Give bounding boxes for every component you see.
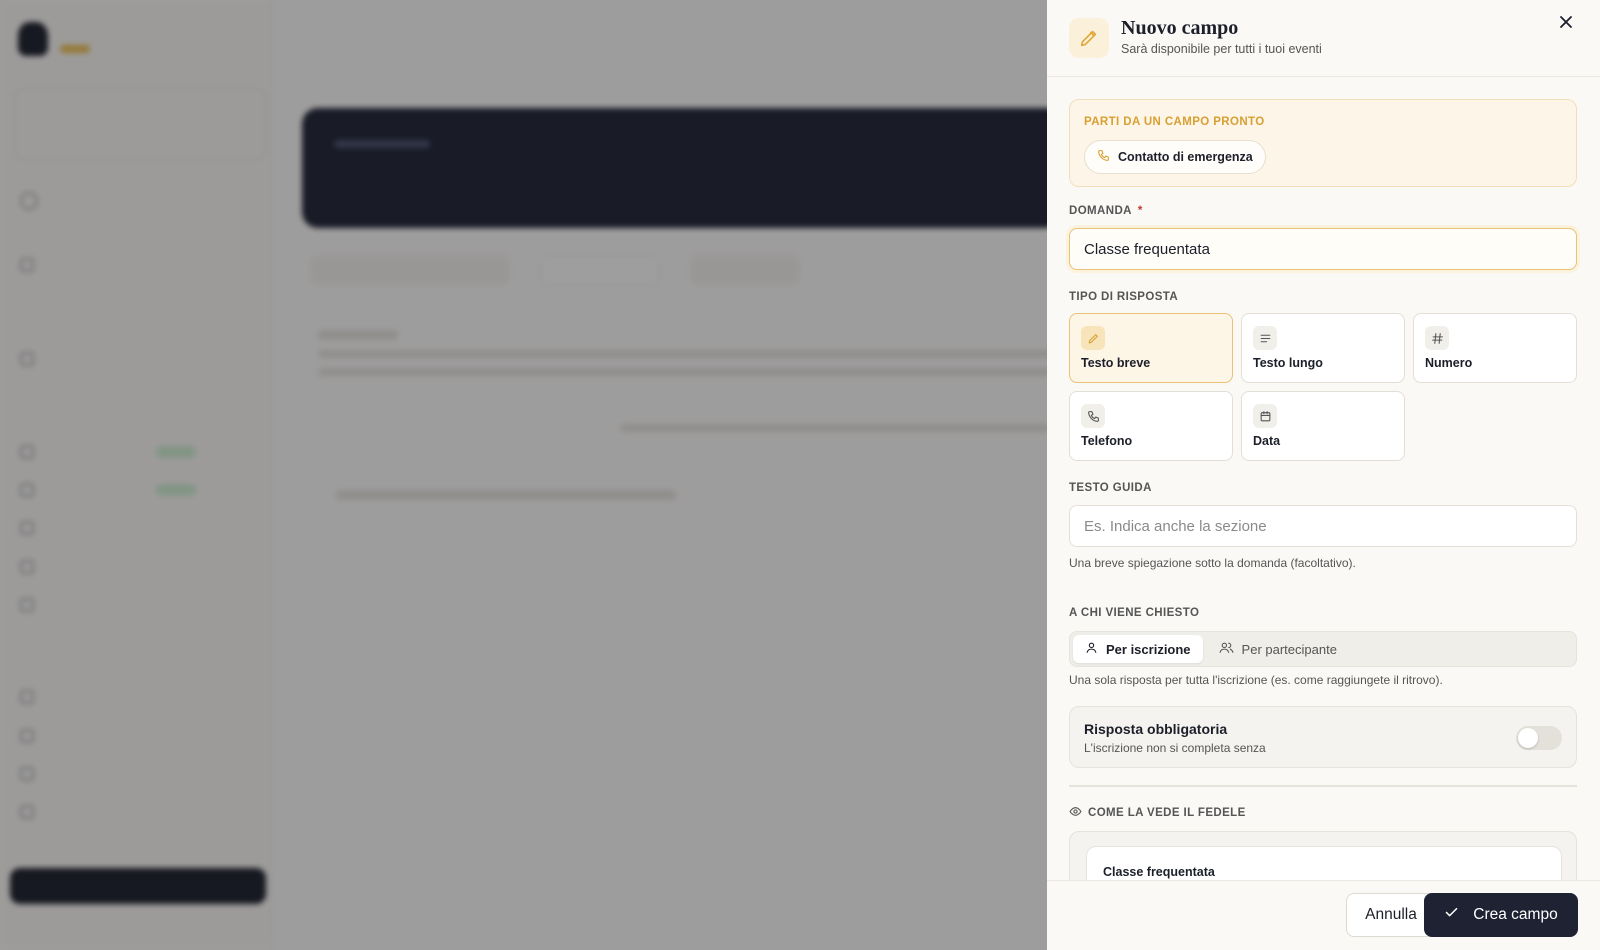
type-name: Numero <box>1425 356 1473 370</box>
asked-to-label: A CHI VIENE CHIESTO <box>1069 607 1200 619</box>
drawer-footer: Annulla Crea campo <box>1047 880 1600 950</box>
preview-inner-card: Classe frequentata <box>1086 846 1562 880</box>
drawer-title: Nuovo campo <box>1121 17 1239 39</box>
required-answer-toggle[interactable] <box>1516 726 1562 750</box>
preset-emergency-contact-chip[interactable]: Contatto di emergenza <box>1084 140 1266 174</box>
per-registration-option[interactable]: Per iscrizione <box>1073 635 1203 663</box>
per-participant-option[interactable]: Per partecipante <box>1207 635 1349 663</box>
toggle-knob <box>1518 728 1538 748</box>
type-long-text-card[interactable]: Testo lungo <box>1241 313 1405 383</box>
phone-icon <box>1097 149 1110 165</box>
required-answer-box: Risposta obbligatoria L'iscrizione non s… <box>1069 706 1577 768</box>
guide-text-help: Una breve spiegazione sotto la domanda (… <box>1069 556 1356 570</box>
asked-to-segmented: Per iscrizione Per partecipante <box>1069 631 1577 667</box>
preset-chip-label: Contatto di emergenza <box>1118 150 1253 164</box>
close-icon[interactable] <box>1554 10 1578 34</box>
per-participant-label: Per partecipante <box>1241 641 1337 657</box>
preview-label: COME LA VEDE IL FEDELE <box>1069 805 1246 821</box>
pencil-icon <box>1069 18 1109 58</box>
guide-text-input[interactable] <box>1069 505 1577 547</box>
type-short-text-card[interactable]: Testo breve <box>1069 313 1233 383</box>
type-name: Data <box>1253 434 1281 448</box>
preset-box: PARTI DA UN CAMPO PRONTO Contatto di eme… <box>1069 99 1577 187</box>
check-icon <box>1444 905 1459 925</box>
new-field-drawer: Nuovo campo Sarà disponibile per tutti i… <box>1047 0 1600 950</box>
phone-icon <box>1081 404 1105 428</box>
per-registration-label: Per iscrizione <box>1106 641 1191 657</box>
hash-icon <box>1425 326 1449 350</box>
question-label-text: DOMANDA <box>1069 205 1132 217</box>
required-answer-title: Risposta obbligatoria <box>1084 721 1228 737</box>
required-mark: * <box>1137 205 1143 217</box>
question-input[interactable] <box>1069 228 1577 270</box>
question-label: DOMANDA * <box>1069 205 1143 217</box>
drawer-subtitle: Sarà disponibile per tutti i tuoi eventi <box>1121 42 1322 56</box>
cancel-button[interactable]: Annulla <box>1346 893 1436 937</box>
preview-label-text: COME LA VEDE IL FEDELE <box>1088 807 1246 819</box>
create-field-label: Crea campo <box>1473 906 1558 923</box>
type-date-card[interactable]: Data <box>1241 391 1405 461</box>
type-phone-card[interactable]: Telefono <box>1069 391 1233 461</box>
answer-type-label: TIPO DI RISPOSTA <box>1069 291 1179 303</box>
guide-text-label: TESTO GUIDA <box>1069 482 1152 494</box>
lines-icon <box>1253 326 1277 350</box>
required-answer-subtitle: L'iscrizione non si completa senza <box>1084 741 1266 755</box>
eye-icon <box>1069 805 1082 821</box>
user-icon <box>1085 641 1098 657</box>
asked-to-help: Una sola risposta per tutta l'iscrizione… <box>1069 673 1443 687</box>
type-number-card[interactable]: Numero <box>1413 313 1577 383</box>
drawer-body: PARTI DA UN CAMPO PRONTO Contatto di eme… <box>1047 77 1600 880</box>
type-name: Testo lungo <box>1253 356 1323 370</box>
type-name: Telefono <box>1081 434 1133 448</box>
preset-label: PARTI DA UN CAMPO PRONTO <box>1084 116 1265 128</box>
users-icon <box>1219 641 1234 657</box>
create-field-button[interactable]: Crea campo <box>1424 893 1578 937</box>
type-name: Testo breve <box>1081 356 1151 370</box>
drawer-header: Nuovo campo Sarà disponibile per tutti i… <box>1047 0 1600 77</box>
calendar-icon <box>1253 404 1277 428</box>
divider <box>1069 785 1577 787</box>
preview-card: Classe frequentata <box>1069 831 1577 880</box>
pencil-icon <box>1081 326 1105 350</box>
preview-question: Classe frequentata <box>1103 865 1215 879</box>
